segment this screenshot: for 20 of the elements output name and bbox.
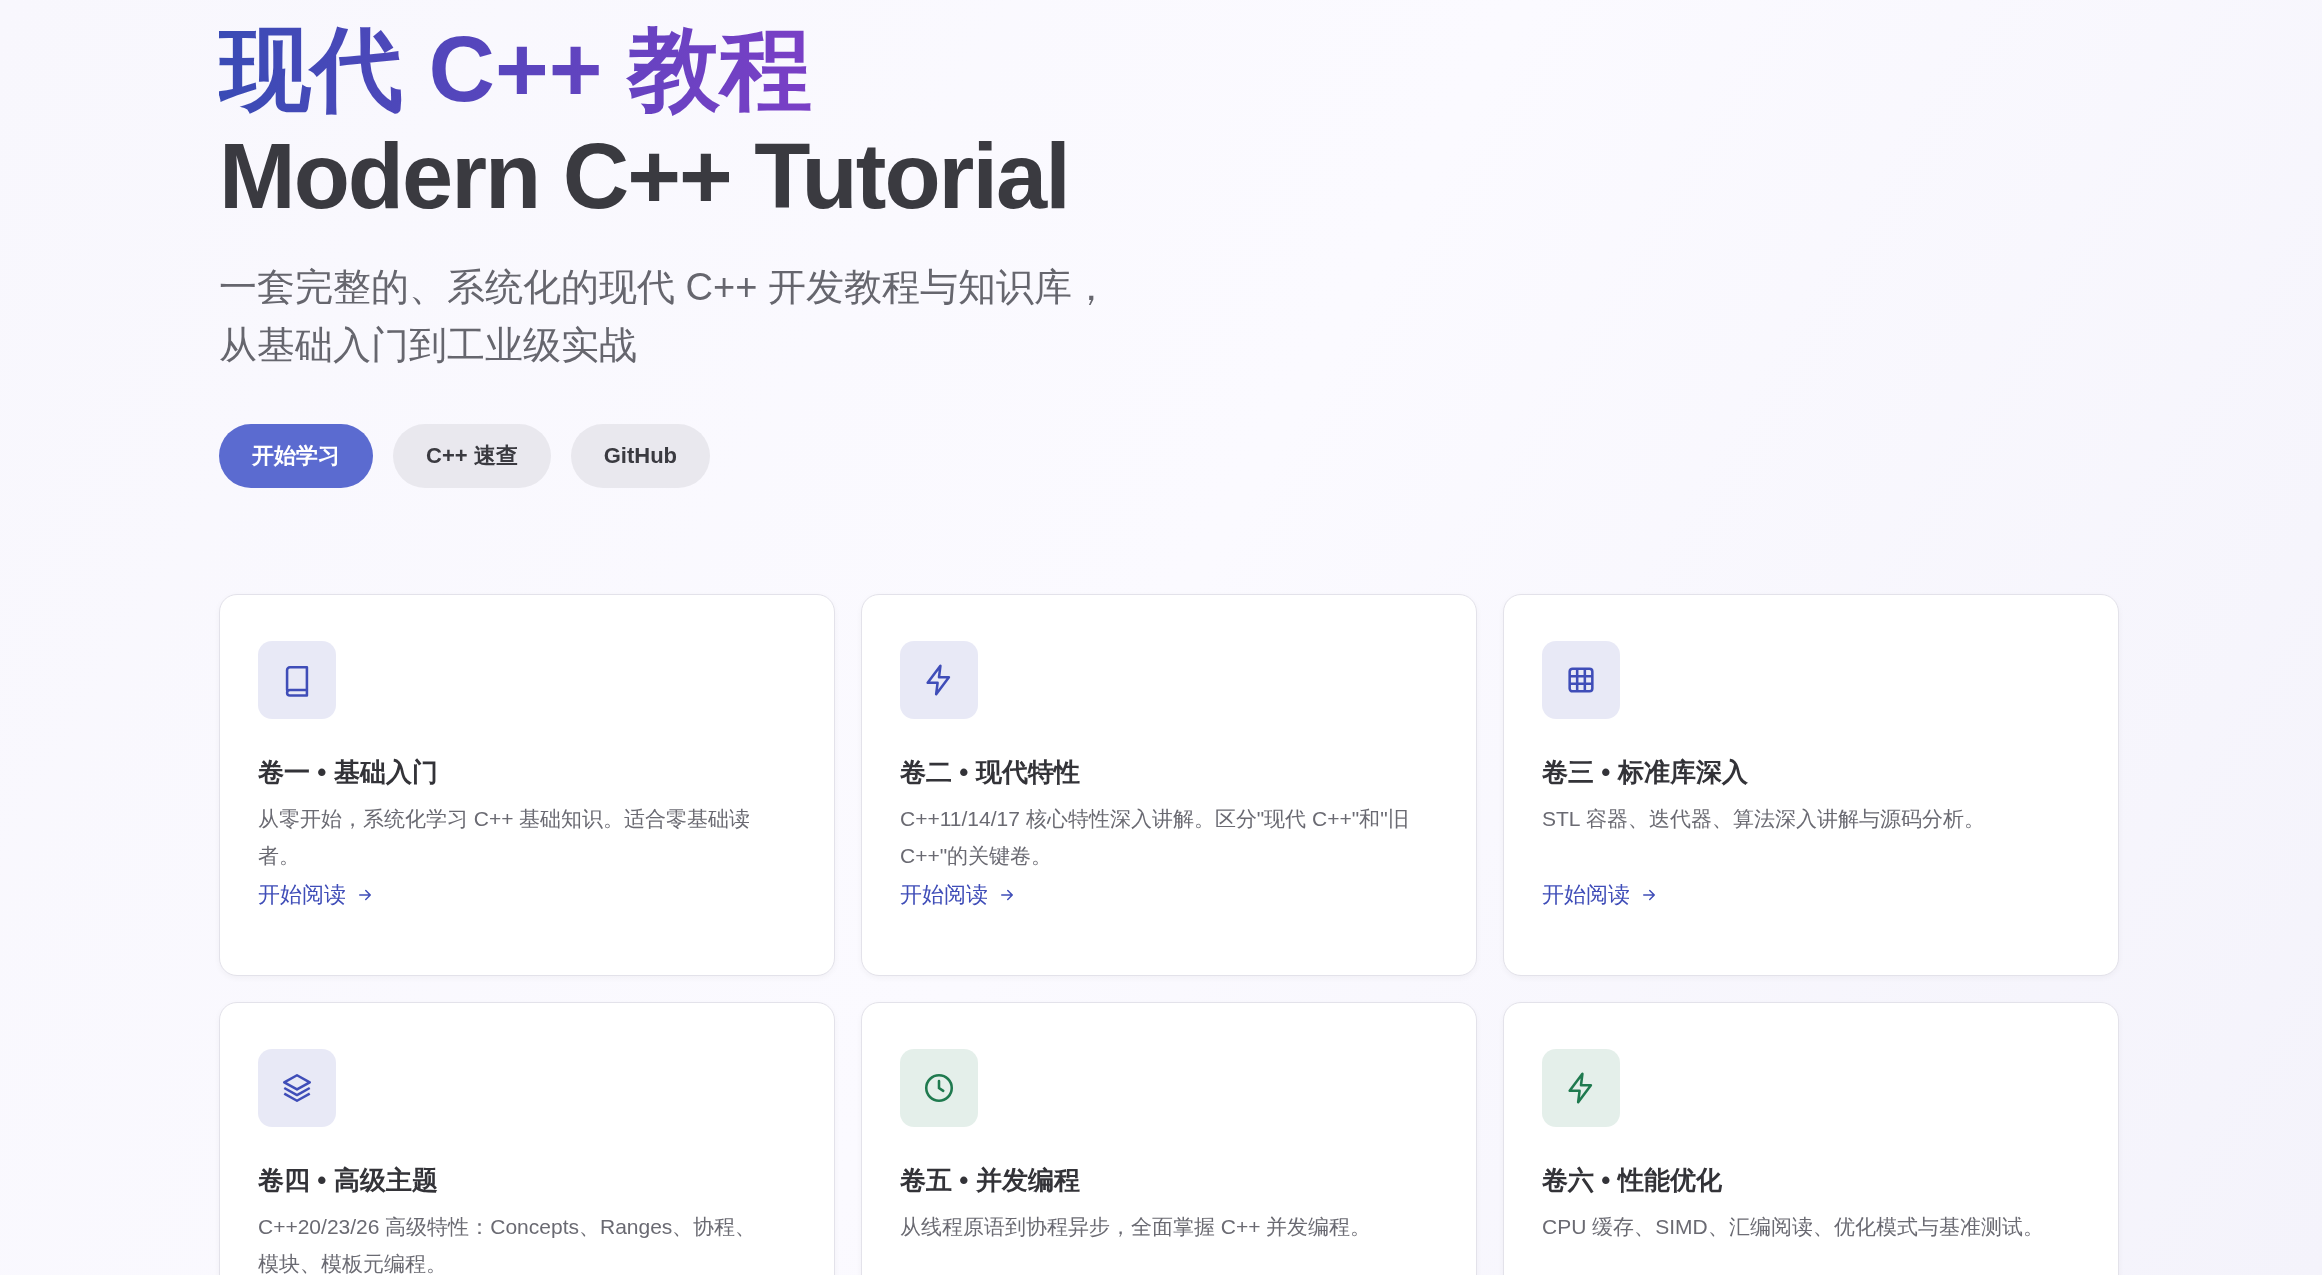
tagline: 一套完整的、系统化的现代 C++ 开发教程与知识库， 从基础入门到工业级实战 xyxy=(219,265,1110,369)
link-button[interactable]: GitHub xyxy=(570,424,711,489)
card-description: 从线程原语到协程异步，全面掌握 C++ 并发编程。 xyxy=(900,1214,1373,1241)
card-title: 卷四 • 高级主题 xyxy=(258,1164,439,1198)
card-description: CPU 缓存、SIMD、汇编阅读、优化模式与基准测试。 xyxy=(1542,1214,2045,1241)
card-description: STL 容器、迭代器、算法深入讲解与源码分析。 xyxy=(1542,806,1986,833)
read-link[interactable]: 开始阅读 xyxy=(1542,880,1658,911)
card-title: 卷一 • 基础入门 xyxy=(258,756,439,790)
card-title: 卷三 • 标准库深入 xyxy=(1542,756,1749,790)
card-title: 卷六 • 性能优化 xyxy=(1542,1164,1723,1198)
start-button[interactable]: 开始学习 xyxy=(219,424,373,489)
link-button[interactable]: C++ 速查 xyxy=(393,424,551,489)
read-link[interactable]: 开始阅读 xyxy=(900,880,1016,911)
card-description: 从零开始，系统化学习 C++ 基础知识。适合零基础读者。 xyxy=(258,806,752,870)
card-description: C++11/14/17 核心特性深入讲解。区分"现代 C++"和"旧 C++"的关键卷。 xyxy=(900,806,1410,870)
page-subtitle: Modern C++ Tutorial xyxy=(219,124,1069,230)
read-link[interactable]: 开始阅读 xyxy=(258,880,374,911)
card-title: 卷五 • 并发编程 xyxy=(900,1164,1081,1198)
card-description: C++20/23/26 高级特性：Concepts、Ranges、协程、模块、模板元编程。 xyxy=(258,1214,758,1275)
card-title: 卷二 • 现代特性 xyxy=(900,756,1081,790)
